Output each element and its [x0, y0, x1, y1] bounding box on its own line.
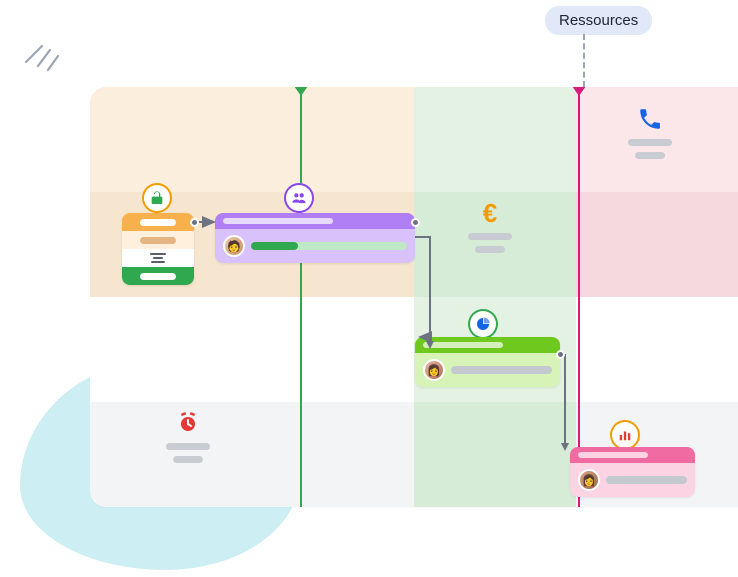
connector-lines	[90, 87, 738, 507]
resources-tag[interactable]: Ressources	[545, 6, 652, 35]
diagram-stage: Ressources	[0, 0, 738, 577]
connector-dot	[190, 218, 199, 227]
connector-dot	[556, 350, 565, 359]
sparkle-icon	[18, 28, 64, 74]
resources-connector	[583, 34, 585, 87]
timeline-board: €	[90, 87, 738, 507]
connector-dot	[411, 218, 420, 227]
